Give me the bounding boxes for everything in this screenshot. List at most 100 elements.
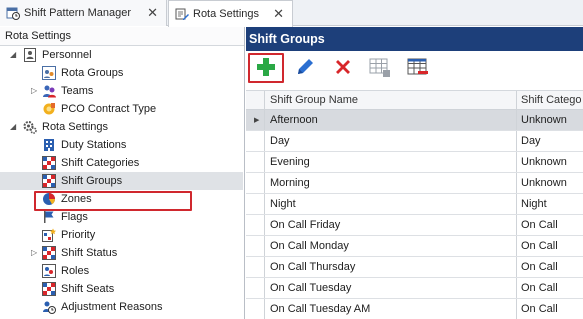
- column-divider: [516, 152, 517, 172]
- highlight-box: [34, 191, 192, 211]
- grid-header: Shift Group Name Shift Catego: [246, 90, 583, 110]
- column-divider: [264, 173, 265, 193]
- flag-icon: [42, 210, 56, 224]
- priority-icon: [42, 228, 56, 242]
- table-row[interactable]: On Call Monday On Call: [246, 236, 583, 257]
- grid-icon: [42, 282, 56, 296]
- cell-shift-group-name: Evening: [270, 156, 310, 168]
- table-row[interactable]: On Call Tuesday AM On Call: [246, 299, 583, 319]
- tree-item-label: Flags: [61, 211, 88, 223]
- add-row-button[interactable]: [368, 55, 392, 79]
- cell-shift-category: On Call: [521, 219, 558, 231]
- cell-shift-group-name: On Call Tuesday AM: [270, 303, 371, 315]
- cell-shift-category: On Call: [521, 303, 558, 315]
- calendar-clock-icon: [6, 6, 20, 20]
- tree-item-adjustment-reasons[interactable]: Adjustment Reasons: [0, 298, 243, 316]
- tree-item-personnel[interactable]: ◢ Personnel: [0, 46, 243, 64]
- table-row[interactable]: On Call Tuesday On Call: [246, 278, 583, 299]
- grid-icon: [42, 174, 56, 188]
- tree-item-rota-settings[interactable]: ◢ Rota Settings: [0, 118, 243, 136]
- column-divider: [264, 236, 265, 256]
- column-divider: [516, 91, 517, 109]
- pencil-icon: [298, 59, 313, 74]
- tree-item-label: PCO Contract Type: [61, 103, 157, 115]
- table-row[interactable]: Evening Unknown: [246, 152, 583, 173]
- tree-item-rota-groups[interactable]: Rota Groups: [0, 64, 243, 82]
- tree-item-shift-groups[interactable]: Shift Groups: [0, 172, 243, 190]
- column-divider: [264, 278, 265, 298]
- gear-icon: [23, 120, 37, 134]
- table-row[interactable]: Night Night: [246, 194, 583, 215]
- cell-shift-category: On Call: [521, 282, 558, 294]
- x-icon: [336, 60, 350, 74]
- column-divider: [516, 278, 517, 298]
- rota-groups-icon: [42, 66, 56, 80]
- column-divider: [516, 299, 517, 319]
- edit-button[interactable]: [293, 55, 317, 79]
- table-row[interactable]: ▶ Afternoon Unknown: [246, 110, 583, 131]
- tree-item-label: Adjustment Reasons: [61, 301, 163, 313]
- column-divider: [516, 236, 517, 256]
- tab-shift-pattern-manager[interactable]: Shift Pattern Manager ✕: [0, 0, 167, 26]
- column-divider: [264, 110, 265, 130]
- toolbar: [246, 51, 583, 83]
- grid-icon: [42, 156, 56, 170]
- table-row[interactable]: On Call Thursday On Call: [246, 257, 583, 278]
- tree-item-shift-seats[interactable]: Shift Seats: [0, 280, 243, 298]
- column-divider: [516, 173, 517, 193]
- close-icon[interactable]: ✕: [147, 6, 158, 19]
- column-header-shift-group-name[interactable]: Shift Group Name: [270, 94, 358, 106]
- cell-shift-group-name: On Call Friday: [270, 219, 341, 231]
- column-header-shift-category[interactable]: Shift Catego: [521, 94, 582, 106]
- panel-header: Rota Settings: [0, 27, 244, 46]
- cell-shift-group-name: Day: [270, 135, 290, 147]
- expanded-arrow-icon[interactable]: ◢: [10, 51, 18, 59]
- close-icon[interactable]: ✕: [273, 7, 284, 20]
- cell-shift-category: Day: [521, 135, 541, 147]
- tree-item-priority[interactable]: Priority: [0, 226, 243, 244]
- collapsed-arrow-icon[interactable]: ▷: [31, 249, 39, 257]
- plus-icon: [257, 58, 275, 76]
- cell-shift-group-name: Morning: [270, 177, 310, 189]
- add-button[interactable]: [254, 55, 278, 79]
- tab-label: Rota Settings: [193, 8, 260, 20]
- tree-item-label: Personnel: [42, 49, 92, 61]
- tree-item-label: Shift Status: [61, 247, 118, 259]
- tab-rota-settings[interactable]: Rota Settings ✕: [168, 0, 293, 27]
- collapsed-arrow-icon[interactable]: ▷: [31, 87, 39, 95]
- tree-item-roles[interactable]: Roles: [0, 262, 243, 280]
- table-add-icon: [369, 58, 390, 77]
- delete-button[interactable]: [331, 55, 355, 79]
- cell-shift-group-name: On Call Monday: [270, 240, 349, 252]
- table-remove-icon: [407, 58, 428, 75]
- column-divider: [516, 110, 517, 130]
- tree-item-teams[interactable]: ▷ Teams: [0, 82, 243, 100]
- table-row[interactable]: Day Day: [246, 131, 583, 152]
- tree-item-label: Duty Stations: [61, 139, 127, 151]
- tree-item-label: Rota Settings: [42, 121, 109, 133]
- tree-item-duty-stations[interactable]: Duty Stations: [0, 136, 243, 154]
- column-divider: [264, 91, 265, 109]
- roles-icon: [42, 264, 56, 278]
- tree-item-shift-categories[interactable]: Shift Categories: [0, 154, 243, 172]
- tree-item-shift-status[interactable]: ▷ Shift Status: [0, 244, 243, 262]
- tree-item-label: Rota Groups: [61, 67, 124, 79]
- column-divider: [264, 131, 265, 151]
- tab-label: Shift Pattern Manager: [24, 7, 132, 19]
- rota-settings-panel: Rota Settings ◢ Personnel Rota Groups ▷ …: [0, 27, 245, 319]
- personnel-icon: [23, 48, 37, 62]
- cell-shift-category: Night: [521, 198, 547, 210]
- table-row[interactable]: On Call Friday On Call: [246, 215, 583, 236]
- column-divider: [516, 131, 517, 151]
- cell-shift-category: Unknown: [521, 177, 567, 189]
- expanded-arrow-icon[interactable]: ◢: [10, 123, 18, 131]
- column-divider: [264, 257, 265, 277]
- remove-row-button[interactable]: [406, 55, 430, 79]
- pco-contract-icon: [42, 102, 56, 116]
- panel-title: Shift Groups: [246, 27, 583, 51]
- current-row-indicator-icon: ▶: [254, 117, 260, 124]
- column-divider: [264, 299, 265, 319]
- table-row[interactable]: Morning Unknown: [246, 173, 583, 194]
- tree-item-pco-contract-type[interactable]: PCO Contract Type: [0, 100, 243, 118]
- clock-person-icon: [42, 300, 56, 314]
